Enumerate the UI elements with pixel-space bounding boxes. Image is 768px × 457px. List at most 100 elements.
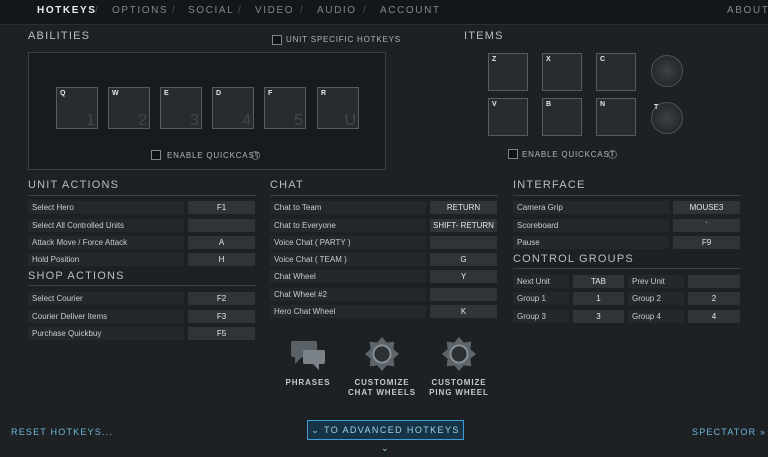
row-label: Voice Chat ( TEAM ) bbox=[270, 253, 426, 266]
ability-key: W bbox=[112, 90, 119, 97]
phrases-icon[interactable] bbox=[289, 338, 327, 374]
hotkey-field[interactable]: TAB bbox=[573, 275, 624, 288]
row-label: Chat Wheel bbox=[270, 270, 426, 283]
hotkey-field[interactable]: Y bbox=[430, 270, 497, 283]
row-label: Purchase Quickbuy bbox=[28, 327, 184, 340]
customize-ping-wheel-label: CUSTOMIZE PING WHEEL bbox=[420, 378, 498, 398]
hotkey-field[interactable]: 1 bbox=[573, 292, 624, 305]
ability-slot[interactable]: W2 bbox=[108, 87, 150, 129]
row-label: Select Hero bbox=[28, 201, 184, 214]
row-label: Next Unit bbox=[513, 275, 569, 288]
abilities-quickcast-checkbox[interactable] bbox=[151, 150, 161, 160]
ability-number: 2 bbox=[138, 112, 147, 129]
ability-slot[interactable]: E3 bbox=[160, 87, 202, 129]
ability-key: R bbox=[321, 90, 327, 97]
hotkey-field[interactable]: F2 bbox=[188, 292, 255, 305]
item-key: V bbox=[492, 101, 497, 108]
hotkey-field[interactable]: 2 bbox=[688, 292, 740, 305]
hotkey-field[interactable]: G bbox=[430, 253, 497, 266]
ability-key: D bbox=[216, 90, 222, 97]
hotkey-field[interactable]: F9 bbox=[673, 236, 740, 249]
phrases-label: PHRASES bbox=[285, 378, 331, 387]
section-divider bbox=[513, 195, 741, 196]
info-icon[interactable]: i bbox=[251, 151, 260, 160]
item-slot[interactable]: X bbox=[542, 53, 582, 91]
label-line: CUSTOMIZE bbox=[431, 378, 487, 387]
ability-slot[interactable]: RU bbox=[317, 87, 359, 129]
tp-scroll-slot[interactable]: T bbox=[651, 102, 683, 134]
unit-specific-hotkeys-checkbox[interactable] bbox=[272, 35, 282, 45]
tab-social[interactable]: SOCIAL bbox=[188, 5, 234, 16]
row-label: Select Courier bbox=[28, 292, 184, 305]
hotkey-field[interactable]: A bbox=[188, 236, 255, 249]
hotkey-field[interactable]: 4 bbox=[688, 310, 740, 323]
spectator-label: SPECTATOR bbox=[692, 427, 757, 437]
hotkey-field[interactable]: SHIFT- RETURN bbox=[430, 219, 497, 232]
row-label: Courier Deliver Items bbox=[28, 310, 184, 323]
item-slot[interactable]: V bbox=[488, 98, 528, 136]
section-divider bbox=[28, 195, 256, 196]
item-key: Z bbox=[492, 56, 497, 63]
hotkey-field[interactable]: F5 bbox=[188, 327, 255, 340]
items-title: ITEMS bbox=[464, 30, 504, 42]
item-key: C bbox=[600, 56, 606, 63]
advanced-hotkeys-label: TO ADVANCED HOTKEYS bbox=[323, 425, 460, 435]
item-slot[interactable]: C bbox=[596, 53, 636, 91]
chat-wheel-icon[interactable] bbox=[363, 336, 401, 372]
item-slot[interactable]: B bbox=[542, 98, 582, 136]
ability-number: 4 bbox=[242, 112, 251, 129]
ability-number: 5 bbox=[294, 112, 303, 129]
items-quickcast-label: ENABLE QUICKCAST bbox=[522, 150, 616, 159]
chat-title: CHAT bbox=[270, 179, 304, 191]
info-icon[interactable]: i bbox=[608, 150, 617, 159]
double-chevron-right-icon: » bbox=[760, 427, 767, 437]
row-label: Group 3 bbox=[513, 310, 569, 323]
item-slot[interactable]: N bbox=[596, 98, 636, 136]
tab-account[interactable]: ACCOUNT bbox=[380, 5, 441, 16]
tab-options[interactable]: OPTIONS bbox=[112, 5, 168, 16]
spectator-button[interactable]: SPECTATOR » bbox=[692, 427, 766, 437]
unit-specific-hotkeys-label: UNIT SPECIFIC HOTKEYS bbox=[286, 35, 401, 44]
hotkey-field[interactable]: RETURN bbox=[430, 201, 497, 214]
ping-wheel-icon[interactable] bbox=[440, 336, 478, 372]
row-label: Select All Controlled Units bbox=[28, 219, 184, 232]
hotkey-field[interactable]: 3 bbox=[573, 310, 624, 323]
abilities-panel: Q1 W2 E3 D4 F5 RU ENABLE QUICKCAST i bbox=[28, 52, 386, 170]
customize-chat-wheels-label: CUSTOMIZE CHAT WHEELS bbox=[343, 378, 421, 398]
hotkey-field[interactable]: ` bbox=[673, 219, 740, 232]
row-label: Chat to Team bbox=[270, 201, 426, 214]
item-key: B bbox=[546, 101, 552, 108]
hotkey-field[interactable] bbox=[430, 236, 497, 249]
shop-actions-title: SHOP ACTIONS bbox=[28, 270, 125, 282]
ability-key: F bbox=[268, 90, 273, 97]
hotkey-field[interactable]: K bbox=[430, 305, 497, 318]
ability-slot[interactable]: F5 bbox=[264, 87, 306, 129]
items-quickcast-checkbox[interactable] bbox=[508, 149, 518, 159]
hotkey-field[interactable] bbox=[688, 275, 740, 288]
hotkey-field[interactable]: F3 bbox=[188, 310, 255, 323]
reset-hotkeys-button[interactable]: RESET HOTKEYS... bbox=[11, 427, 113, 437]
hotkey-field[interactable] bbox=[188, 219, 255, 232]
row-label: Hold Position bbox=[28, 253, 184, 266]
ability-slot[interactable]: Q1 bbox=[56, 87, 98, 129]
hotkey-field[interactable]: F1 bbox=[188, 201, 255, 214]
row-label: Prev Unit bbox=[628, 275, 684, 288]
abilities-quickcast-label: ENABLE QUICKCAST bbox=[167, 151, 261, 160]
row-label: Group 4 bbox=[628, 310, 684, 323]
advanced-hotkeys-button[interactable]: ⌄ TO ADVANCED HOTKEYS ⌄ bbox=[307, 420, 464, 453]
tab-hotkeys[interactable]: HOTKEYS bbox=[37, 5, 97, 16]
about-link[interactable]: ABOUT bbox=[727, 5, 768, 16]
section-divider bbox=[270, 195, 498, 196]
tab-audio[interactable]: AUDIO bbox=[317, 5, 357, 16]
hotkey-field[interactable]: MOUSE3 bbox=[673, 201, 740, 214]
row-label: Chat to Everyone bbox=[270, 219, 426, 232]
hotkey-field[interactable] bbox=[430, 288, 497, 301]
item-slot[interactable]: Z bbox=[488, 53, 528, 91]
abilities-title: ABILITIES bbox=[28, 30, 91, 42]
hotkey-field[interactable]: H bbox=[188, 253, 255, 266]
neutral-item-slot[interactable] bbox=[651, 55, 683, 87]
section-divider bbox=[513, 268, 741, 269]
ability-slot[interactable]: D4 bbox=[212, 87, 254, 129]
tab-video[interactable]: VIDEO bbox=[255, 5, 294, 16]
row-label: Attack Move / Force Attack bbox=[28, 236, 184, 249]
